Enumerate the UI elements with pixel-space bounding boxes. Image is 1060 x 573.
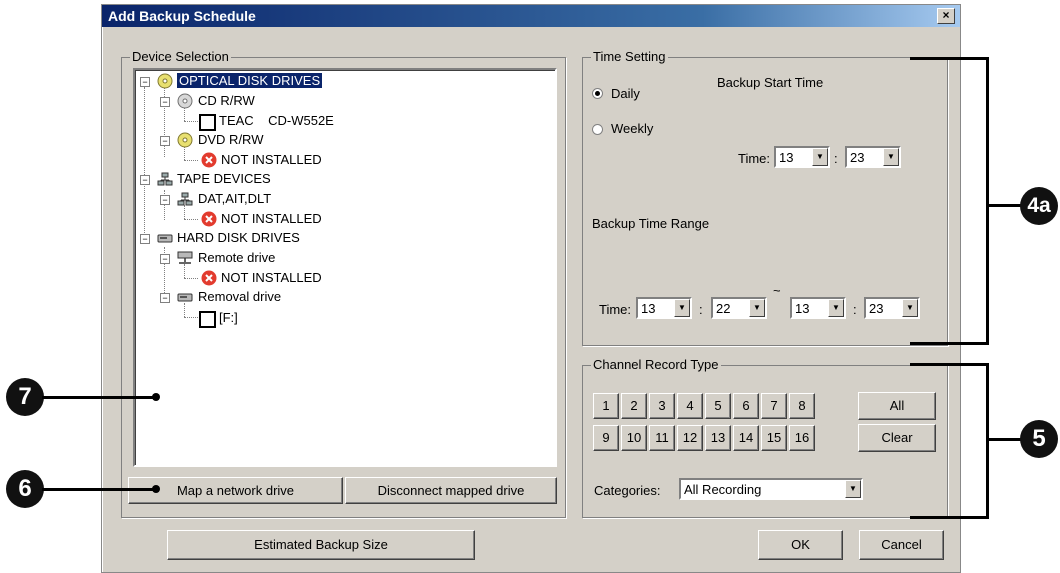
channel-2-button[interactable]: 2 (621, 393, 647, 419)
expand-remote[interactable]: − (160, 254, 170, 264)
cancel-button[interactable]: Cancel (859, 530, 944, 560)
channel-16-button[interactable]: 16 (789, 425, 815, 451)
all-button[interactable]: All (858, 392, 936, 420)
device-selection-legend: Device Selection (130, 49, 231, 64)
device-tree[interactable]: − OPTICAL DISK DRIVES − CD R/RW TEAC CD-… (133, 68, 557, 467)
ok-button[interactable]: OK (758, 530, 843, 560)
channel-13-button[interactable]: 13 (705, 425, 731, 451)
channel-14-button[interactable]: 14 (733, 425, 759, 451)
error-icon (201, 152, 217, 168)
network-drive-icon (177, 251, 193, 264)
tree-node-tape[interactable]: TAPE DEVICES (177, 170, 271, 188)
channel-record-type-legend: Channel Record Type (591, 357, 721, 372)
daily-radio[interactable] (592, 88, 603, 99)
clear-button[interactable]: Clear (858, 424, 936, 452)
map-network-drive-button[interactable]: Map a network drive (128, 477, 343, 504)
estimated-backup-size-button[interactable]: Estimated Backup Size (167, 530, 475, 560)
checkbox-teac[interactable] (199, 114, 216, 131)
channel-8-button[interactable]: 8 (789, 393, 815, 419)
checkbox-f-drive[interactable] (199, 311, 216, 328)
expand-dat[interactable]: − (160, 195, 170, 205)
channel-9-button[interactable]: 9 (593, 425, 619, 451)
tree-node-remote-status: NOT INSTALLED (221, 270, 322, 285)
channel-15-button[interactable]: 15 (761, 425, 787, 451)
chevron-down-icon: ▼ (812, 148, 828, 166)
close-button[interactable]: × (937, 8, 955, 24)
callout-7: 7 (6, 378, 44, 416)
tree-node-teac[interactable]: TEAC CD-W552E (219, 112, 334, 130)
tree-node-cd[interactable]: CD R/RW (198, 92, 255, 110)
tree-node-dat[interactable]: DAT,AIT,DLT (198, 190, 271, 208)
tree-node-removal[interactable]: Removal drive (198, 288, 281, 306)
weekly-radio[interactable] (592, 124, 603, 135)
channel-12-button[interactable]: 12 (677, 425, 703, 451)
range-from-hour-select[interactable]: 13 ▼ (636, 297, 692, 319)
disc-icon (177, 93, 193, 109)
tree-node-remote[interactable]: Remote drive (198, 249, 275, 267)
callout-5: 5 (1020, 420, 1058, 458)
time-setting-legend: Time Setting (591, 49, 668, 64)
tree-node-hdd[interactable]: HARD DISK DRIVES (177, 229, 300, 247)
chevron-down-icon: ▼ (674, 299, 690, 317)
weekly-label[interactable]: Weekly (611, 121, 653, 136)
start-hour-select[interactable]: 13 ▼ (774, 146, 830, 168)
range-tilde: ~ (773, 283, 781, 298)
channel-10-button[interactable]: 10 (621, 425, 647, 451)
range-from-minute-select[interactable]: 22 ▼ (711, 297, 767, 319)
expand-removal[interactable]: − (160, 293, 170, 303)
start-time-colon: : (834, 151, 838, 166)
error-icon (201, 270, 217, 286)
expand-dvd[interactable]: − (160, 136, 170, 146)
chevron-down-icon: ▼ (883, 148, 899, 166)
daily-label[interactable]: Daily (611, 86, 640, 101)
range-to-hour-select[interactable]: 13 ▼ (790, 297, 846, 319)
tape-icon (177, 192, 193, 206)
chevron-down-icon: ▼ (902, 299, 918, 317)
channel-11-button[interactable]: 11 (649, 425, 675, 451)
range-time-label: Time: (599, 302, 632, 317)
expand-tape[interactable]: − (140, 175, 150, 185)
channel-4-button[interactable]: 4 (677, 393, 703, 419)
start-time-label: Time: (738, 151, 771, 166)
range-to-colon: : (853, 302, 857, 317)
categories-label: Categories: (594, 483, 661, 498)
disc-icon (177, 132, 193, 148)
hard-disk-icon (157, 234, 173, 243)
channel-1-button[interactable]: 1 (593, 393, 619, 419)
channel-3-button[interactable]: 3 (649, 393, 675, 419)
expand-cd[interactable]: − (160, 97, 170, 107)
tree-node-dvd-status: NOT INSTALLED (221, 152, 322, 167)
chevron-down-icon: ▼ (828, 299, 844, 317)
expand-hdd[interactable]: − (140, 234, 150, 244)
channel-6-button[interactable]: 6 (733, 393, 759, 419)
range-from-colon: : (699, 302, 703, 317)
chevron-down-icon: ▼ (749, 299, 765, 317)
tree-node-optical[interactable]: OPTICAL DISK DRIVES (177, 72, 323, 90)
expand-optical[interactable]: − (140, 77, 150, 87)
dialog-title: Add Backup Schedule (108, 8, 256, 24)
channel-5-button[interactable]: 5 (705, 393, 731, 419)
backup-time-range-label: Backup Time Range (592, 216, 710, 231)
disc-icon (157, 73, 173, 89)
channel-7-button[interactable]: 7 (761, 393, 787, 419)
title-bar[interactable]: Add Backup Schedule × (102, 5, 960, 27)
tree-node-dvd[interactable]: DVD R/RW (198, 131, 263, 149)
categories-select[interactable]: All Recording ▼ (679, 478, 863, 500)
error-icon (201, 211, 217, 227)
range-to-minute-select[interactable]: 23 ▼ (864, 297, 920, 319)
backup-start-time-label: Backup Start Time (717, 75, 824, 90)
start-minute-select[interactable]: 23 ▼ (845, 146, 901, 168)
hard-disk-icon (177, 293, 193, 302)
chevron-down-icon: ▼ (845, 480, 861, 498)
callout-4a: 4a (1020, 187, 1058, 225)
tree-node-dat-status: NOT INSTALLED (221, 211, 322, 226)
tree-node-f-drive[interactable]: [F:] (219, 309, 238, 327)
callout-6: 6 (6, 470, 44, 508)
tape-icon (157, 172, 173, 186)
disconnect-mapped-drive-button[interactable]: Disconnect mapped drive (345, 477, 557, 504)
